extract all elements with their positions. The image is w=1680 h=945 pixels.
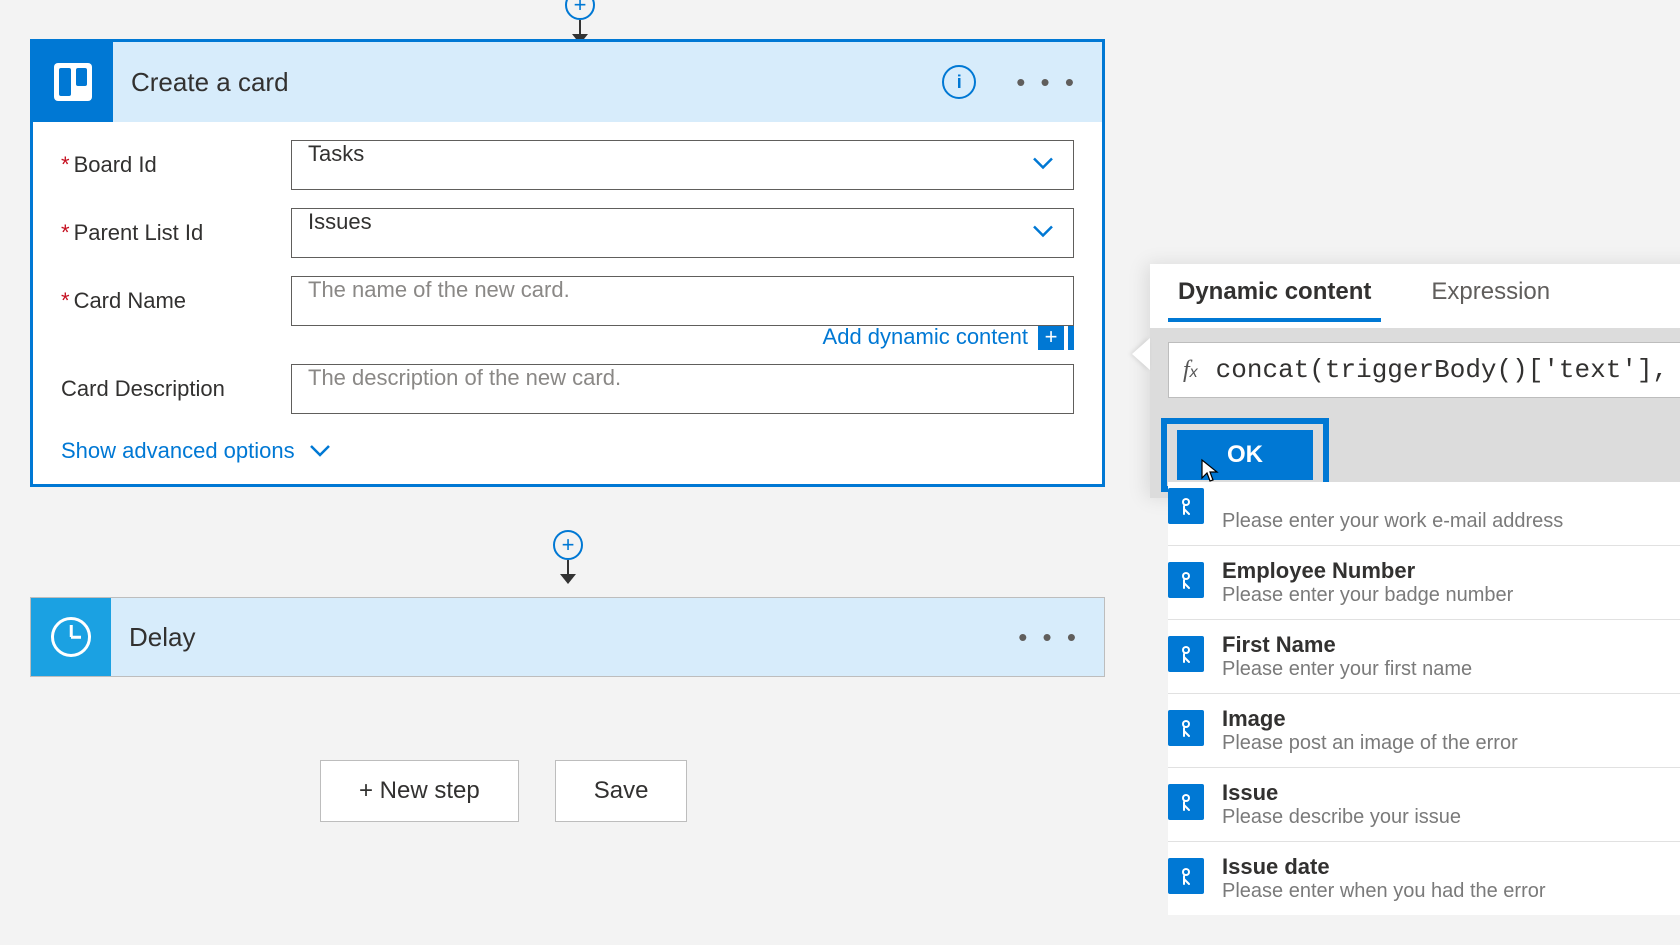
plus-icon: + xyxy=(1038,324,1064,350)
create-card-header[interactable]: Create a card i • • • xyxy=(33,42,1102,122)
action-delay: Delay • • • xyxy=(30,597,1105,677)
fx-icon: fx xyxy=(1183,357,1198,384)
dynamic-content-panel: Dynamic content Expression fx concat(tri… xyxy=(1150,264,1680,498)
dc-item-first-name[interactable]: First NamePlease enter your first name xyxy=(1168,619,1680,693)
arrow-head-icon xyxy=(560,574,576,584)
arrow-line xyxy=(579,20,581,34)
input-token-icon xyxy=(1168,636,1204,672)
delay-title: Delay xyxy=(111,622,1018,653)
chevron-down-icon xyxy=(309,444,331,458)
dc-item-image[interactable]: ImagePlease post an image of the error xyxy=(1168,693,1680,767)
tab-dynamic-content[interactable]: Dynamic content xyxy=(1168,264,1381,322)
create-card-title: Create a card xyxy=(113,67,942,98)
tab-expression[interactable]: Expression xyxy=(1421,264,1560,322)
clock-icon xyxy=(51,617,91,657)
ok-highlight: OK xyxy=(1161,418,1329,492)
dc-item-employee-number[interactable]: Employee NumberPlease enter your badge n… xyxy=(1168,545,1680,619)
trello-icon-box xyxy=(33,42,113,122)
add-step-top[interactable]: + xyxy=(565,0,595,20)
input-card-name[interactable]: The name of the new card. xyxy=(291,276,1074,326)
dyn-bar xyxy=(1068,324,1074,350)
input-token-icon xyxy=(1168,858,1204,894)
label-board-id: *Board Id xyxy=(61,152,291,178)
label-card-description: Card Description xyxy=(61,376,291,402)
expression-input[interactable]: fx concat(triggerBody()['text'], ' xyxy=(1168,342,1680,398)
label-parent-list-id: *Parent List Id xyxy=(61,220,291,246)
input-token-icon xyxy=(1168,488,1204,524)
input-parent-list-id[interactable]: Issues xyxy=(291,208,1074,258)
input-token-icon xyxy=(1168,562,1204,598)
action-create-card: Create a card i • • • *Board Id Tasks *P… xyxy=(30,39,1105,487)
dc-item-issue-date[interactable]: Issue datePlease enter when you had the … xyxy=(1168,841,1680,915)
label-card-name: *Card Name xyxy=(61,288,291,314)
dc-item-issue[interactable]: IssuePlease describe your issue xyxy=(1168,767,1680,841)
dc-item-email[interactable]: EmailPlease enter your work e-mail addre… xyxy=(1168,482,1680,545)
add-dynamic-content-link[interactable]: Add dynamic content + xyxy=(823,324,1074,350)
delay-icon-box xyxy=(31,598,111,676)
connector-top: + xyxy=(560,0,600,44)
connector-mid: + xyxy=(548,530,588,584)
input-card-description[interactable]: The description of the new card. xyxy=(291,364,1074,414)
more-icon[interactable]: • • • xyxy=(1018,622,1080,653)
ok-button[interactable]: OK xyxy=(1177,430,1313,480)
input-board-id[interactable]: Tasks xyxy=(291,140,1074,190)
dynamic-content-list: EmailPlease enter your work e-mail addre… xyxy=(1168,482,1680,915)
trello-icon xyxy=(54,63,92,101)
expression-text: concat(triggerBody()['text'], ' xyxy=(1216,355,1677,385)
save-button[interactable]: Save xyxy=(555,760,688,822)
bottom-buttons: + New step Save xyxy=(320,760,687,822)
input-token-icon xyxy=(1168,784,1204,820)
arrow-line xyxy=(567,560,569,574)
panel-tabs: Dynamic content Expression xyxy=(1150,264,1680,322)
more-icon[interactable]: • • • xyxy=(1016,67,1078,98)
new-step-button[interactable]: + New step xyxy=(320,760,519,822)
info-icon[interactable]: i xyxy=(942,65,976,99)
add-step-mid[interactable]: + xyxy=(553,530,583,560)
panel-caret xyxy=(1132,338,1150,370)
delay-header[interactable]: Delay • • • xyxy=(31,598,1104,676)
show-advanced-options[interactable]: Show advanced options xyxy=(61,438,1074,464)
input-token-icon xyxy=(1168,710,1204,746)
